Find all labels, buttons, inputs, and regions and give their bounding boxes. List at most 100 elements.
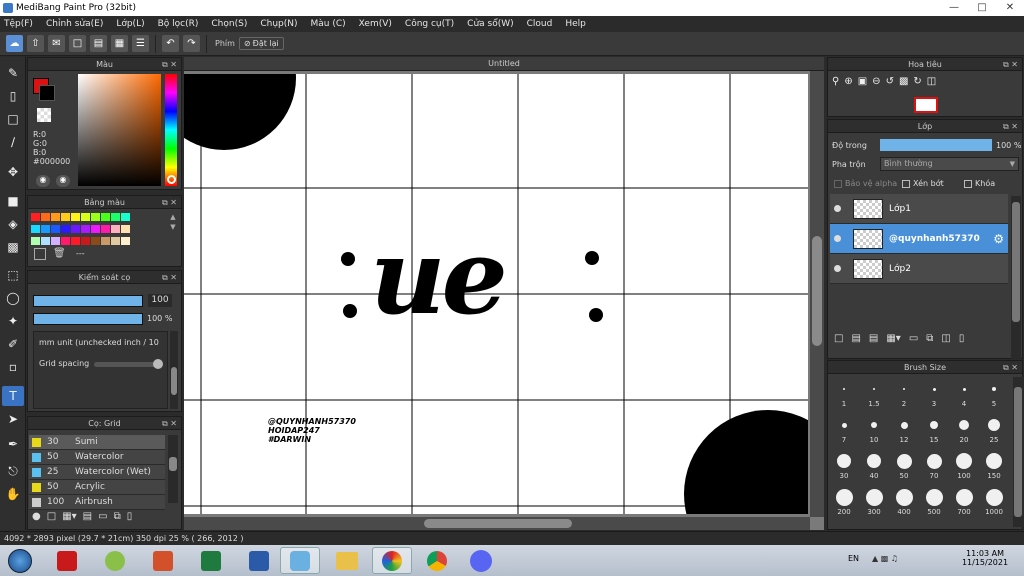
palette-swatch[interactable] [71, 225, 80, 233]
color-mode-icon[interactable]: ◉ [56, 175, 70, 187]
menu-tools[interactable]: Công cụ(T) [405, 19, 454, 29]
palette-swatch[interactable] [61, 237, 70, 245]
brush-size-scrollbar[interactable] [1013, 377, 1023, 527]
brush-list-item[interactable]: 50 Acrylic [29, 480, 165, 495]
palette-swatch[interactable] [71, 213, 80, 221]
layer-folder-icon[interactable]: ▭ [909, 333, 918, 344]
brush-size-cell[interactable]: 15 [920, 413, 948, 447]
bucket-tool-icon[interactable]: ◈ [2, 214, 24, 234]
rect-tool-icon[interactable]: □ [2, 109, 24, 129]
fill-rect-tool-icon[interactable]: ■ [2, 191, 24, 211]
grid-spacing-slider[interactable] [94, 362, 162, 367]
menu-window[interactable]: Cửa sổ(W) [467, 19, 513, 29]
palette-swatch[interactable] [31, 237, 40, 245]
eraser-tool-icon[interactable]: ▯ [2, 86, 24, 106]
panel-controls-icon[interactable]: ⧉ ✕ [162, 58, 177, 71]
text-tool-icon[interactable]: T [2, 386, 24, 406]
drawing-app-icon[interactable] [96, 547, 134, 574]
share-icon[interactable]: ⇧ [27, 35, 44, 52]
rotate-right-icon[interactable]: ↻ [913, 76, 921, 87]
menu-edit[interactable]: Chỉnh sửa(E) [46, 19, 103, 29]
hand-tool-icon[interactable]: ✋ [2, 484, 24, 504]
palette-swatch[interactable] [101, 213, 110, 221]
palette-swatch[interactable] [91, 237, 100, 245]
brush-size-cell[interactable]: 150 [980, 449, 1008, 483]
lock-checkbox[interactable] [964, 179, 972, 188]
actual-size-icon[interactable]: ▩ [899, 76, 908, 87]
brush-size-cell[interactable]: 10 [860, 413, 888, 447]
close-icon[interactable]: ✕ [996, 0, 1024, 16]
brush-delete-icon[interactable]: ▯ [127, 511, 133, 522]
menu-filter[interactable]: Bộ lọc(R) [158, 19, 199, 29]
navigator-preview[interactable] [914, 97, 938, 113]
excel-app-icon[interactable] [192, 547, 230, 574]
lasso-tool-icon[interactable]: ◯ [2, 288, 24, 308]
menu-file[interactable]: Tệp(F) [4, 19, 33, 29]
select-eraser-tool-icon[interactable]: ▫ [2, 357, 24, 377]
brush-size-cell[interactable]: 3 [920, 377, 948, 411]
palette-swatch[interactable] [81, 225, 90, 233]
brush-size-cell[interactable]: 300 [860, 485, 888, 519]
palette-swatch[interactable] [31, 213, 40, 221]
start-button[interactable] [4, 547, 36, 574]
fit-icon[interactable]: ▣ [858, 76, 867, 87]
protect-alpha-option[interactable]: Bảo vệ alpha [834, 179, 897, 188]
layer-menu-icon[interactable]: ▦▾ [886, 333, 900, 344]
canvas-horizontal-scrollbar[interactable] [184, 517, 810, 530]
visibility-icon[interactable] [834, 235, 841, 242]
gradient-tool-icon[interactable]: ▩ [2, 237, 24, 257]
brush-size-cell[interactable]: 700 [950, 485, 978, 519]
new-layer-1bit-icon[interactable]: ▤ [869, 333, 878, 344]
menu-cloud[interactable]: Cloud [527, 19, 553, 29]
canvas-paper[interactable]: ue @QUYNHANH57370 HOIDAP247 #DARWIN [184, 74, 808, 514]
new-palette-icon[interactable] [34, 248, 46, 260]
panel-controls-icon[interactable]: ⧉ ✕ [162, 417, 177, 430]
palette-swatch[interactable] [101, 225, 110, 233]
document-icon[interactable]: ▤ [90, 35, 107, 52]
brush-size-cell[interactable]: 4 [950, 377, 978, 411]
brush-menu-icon[interactable]: ▦▾ [62, 511, 76, 522]
layer-opacity-slider[interactable] [880, 139, 992, 151]
maximize-icon[interactable]: □ [968, 0, 996, 16]
layer-row[interactable]: @quynhanh57370 ⚙ [830, 224, 1008, 254]
chrome-app-icon[interactable] [418, 547, 456, 574]
brush-size-cell[interactable]: 1.5 [860, 377, 888, 411]
brush-size-cell[interactable]: 70 [920, 449, 948, 483]
palette-swatch[interactable] [51, 213, 60, 221]
visibility-icon[interactable] [834, 205, 841, 212]
brush-list-item[interactable]: 100 Airbrush [29, 495, 165, 510]
brush-tool-icon[interactable]: ✎ [2, 63, 24, 83]
clipping-option[interactable]: Xén bớt [902, 179, 944, 188]
palette-swatch[interactable] [111, 225, 120, 233]
panel-controls-icon[interactable]: ⧉ ✕ [1003, 120, 1018, 133]
merge-layer-icon[interactable]: ◫ [941, 333, 950, 344]
palette-swatch[interactable] [51, 225, 60, 233]
grid-icon[interactable]: ▦ [111, 35, 128, 52]
zoom-out-icon[interactable]: ⊖ [872, 76, 880, 87]
brush-size-cell[interactable]: 500 [920, 485, 948, 519]
select-rect-tool-icon[interactable]: ⬚ [2, 265, 24, 285]
undo-icon[interactable]: ↶ [162, 35, 179, 52]
palette-swatch[interactable] [111, 237, 120, 245]
eyedropper-tool-icon[interactable]: ✒ [2, 434, 24, 454]
document-tab[interactable]: Untitled [184, 57, 824, 71]
operation-tool-icon[interactable]: ➤ [2, 409, 24, 429]
move-tool-icon[interactable]: ✥ [2, 162, 24, 182]
powerpoint-app-icon[interactable] [144, 547, 182, 574]
layer-row[interactable]: Lớp2 [830, 254, 1008, 284]
brush-size-cell[interactable]: 25 [980, 413, 1008, 447]
brush-size-cell[interactable]: 1 [830, 377, 858, 411]
transparent-swatch[interactable] [37, 108, 51, 122]
brush-size-slider[interactable] [33, 295, 143, 307]
word-app-icon[interactable] [240, 547, 278, 574]
color-wheel-icon[interactable]: ◉ [36, 175, 50, 187]
brush-size-cell[interactable]: 1000 [980, 485, 1008, 519]
palette-swatch[interactable] [111, 213, 120, 221]
brush-list-item[interactable]: 50 Watercolor [29, 450, 165, 465]
palette-swatch[interactable] [101, 237, 110, 245]
brush-list-scrollbar[interactable] [168, 435, 178, 503]
reset-button[interactable]: ⊘ Đặt lại [238, 37, 284, 50]
protect-alpha-checkbox[interactable] [834, 179, 842, 188]
panel-controls-icon[interactable]: ⧉ ✕ [162, 271, 177, 284]
canvas-vertical-scrollbar[interactable] [810, 71, 824, 517]
